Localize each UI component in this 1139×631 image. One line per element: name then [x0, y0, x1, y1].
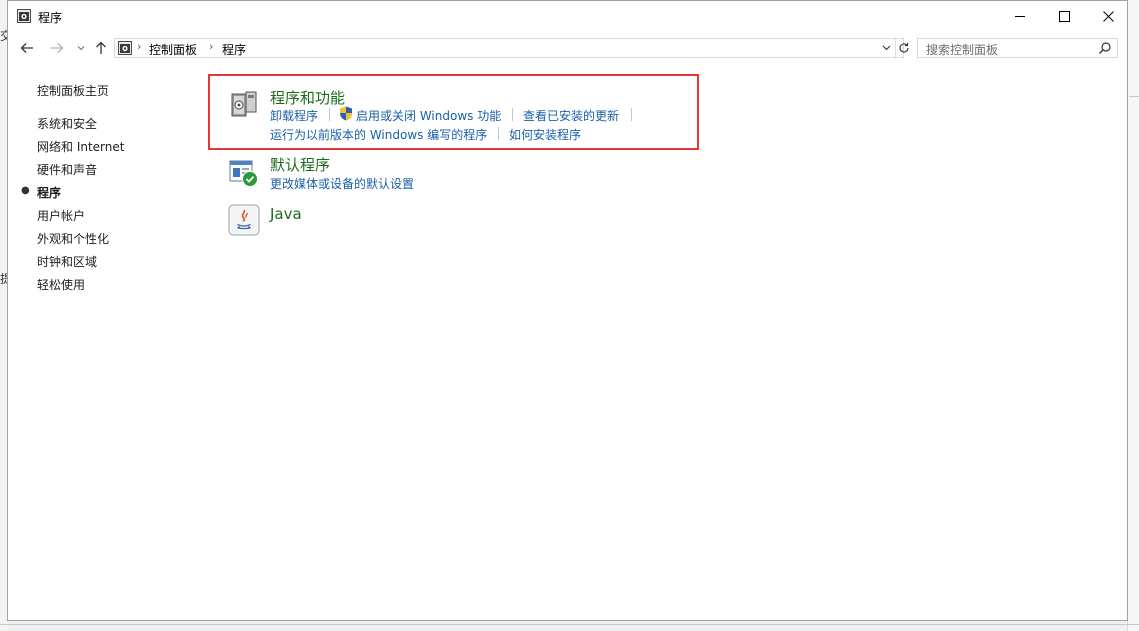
sidebar-item-hardware-sound[interactable]: 硬件和声音 [37, 161, 97, 178]
arrow-right-icon [51, 43, 64, 53]
maximize-icon [1058, 11, 1070, 22]
title-bar[interactable]: 程序 [8, 1, 1127, 32]
forward-button[interactable] [46, 37, 68, 59]
selected-bullet-icon: ● [21, 185, 30, 196]
breadcrumb-control-panel[interactable]: 控制面板 [149, 41, 197, 58]
background-divider [0, 624, 1139, 625]
sidebar-item-ease-of-access[interactable]: 轻松使用 [37, 276, 85, 293]
close-button[interactable] [1085, 1, 1131, 32]
link-installed-updates[interactable]: 查看已安装的更新 [523, 107, 619, 124]
background-divider [1129, 96, 1139, 97]
category-title-default-programs[interactable]: 默认程序 [270, 154, 330, 175]
navigation-bar: › 控制面板 › 程序 搜索控制面板 [8, 34, 1127, 62]
close-icon [1102, 11, 1114, 22]
chevron-right-icon[interactable]: › [137, 40, 141, 53]
link-separator [512, 108, 513, 121]
control-panel-window: 程序 › 控制面板 › 程序 搜索控制面板 控制面板主页 系统和安全 网络和 I… [7, 0, 1128, 621]
recent-locations-button[interactable] [70, 37, 92, 59]
link-separator [631, 108, 632, 121]
chevron-down-icon [77, 46, 85, 51]
category-title-java[interactable]: Java [270, 205, 302, 223]
window-title: 程序 [38, 11, 63, 25]
arrow-left-icon [20, 43, 33, 53]
refresh-button[interactable] [895, 39, 913, 57]
minimize-button[interactable] [997, 1, 1043, 32]
link-windows-features[interactable]: 启用或关闭 Windows 功能 [356, 107, 501, 124]
control-panel-icon [118, 41, 132, 55]
maximize-button[interactable] [1041, 1, 1087, 32]
breadcrumb-programs[interactable]: 程序 [222, 41, 246, 58]
java-icon[interactable] [228, 204, 260, 236]
minimize-icon [1014, 16, 1025, 17]
link-uninstall-program[interactable]: 卸载程序 [270, 107, 318, 124]
category-title-programs-features[interactable]: 程序和功能 [270, 87, 345, 108]
sidebar-item-network-internet[interactable]: 网络和 Internet [37, 138, 124, 155]
sidebar-item-system-security[interactable]: 系统和安全 [37, 115, 97, 132]
arrow-up-icon [96, 41, 106, 54]
sidebar-item-control-panel-home[interactable]: 控制面板主页 [37, 82, 109, 99]
search-icon[interactable] [1098, 41, 1112, 55]
search-placeholder[interactable]: 搜索控制面板 [926, 41, 998, 58]
link-compatibility-programs[interactable]: 运行为以前版本的 Windows 编写的程序 [270, 126, 487, 143]
link-how-to-install[interactable]: 如何安装程序 [509, 126, 581, 143]
address-bar[interactable]: › 控制面板 › 程序 [114, 38, 909, 58]
search-box[interactable]: 搜索控制面板 [917, 38, 1118, 58]
sidebar-item-user-accounts[interactable]: 用户帐户 [37, 207, 85, 224]
sidebar-item-clock-region[interactable]: 时钟和区域 [37, 253, 97, 270]
link-change-media-defaults[interactable]: 更改媒体或设备的默认设置 [270, 175, 414, 192]
back-button[interactable] [16, 37, 38, 59]
background-window-edge [1127, 0, 1139, 631]
chevron-down-icon [882, 45, 890, 51]
uac-shield-icon [340, 106, 352, 121]
refresh-icon [899, 43, 909, 53]
link-separator [329, 108, 330, 121]
programs-features-icon[interactable] [228, 88, 260, 120]
default-programs-icon[interactable] [228, 157, 260, 189]
address-history-button[interactable] [877, 39, 896, 57]
sidebar-item-programs[interactable]: 程序 [37, 184, 61, 201]
sidebar-item-appearance[interactable]: 外观和个性化 [37, 230, 109, 247]
control-panel-icon [17, 9, 31, 23]
up-button[interactable] [90, 37, 112, 59]
chevron-right-icon[interactable]: › [209, 40, 213, 53]
link-separator [498, 127, 499, 140]
